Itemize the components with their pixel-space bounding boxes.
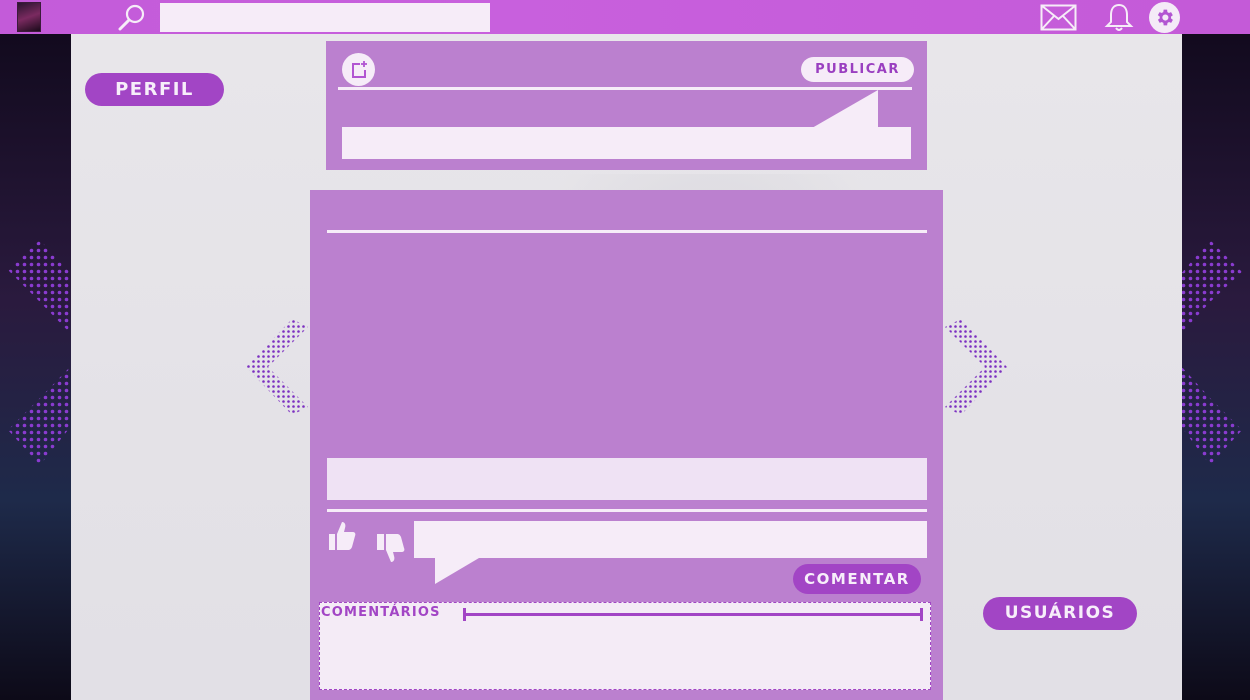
gear-icon [1157,9,1173,26]
right-dots-decoration [1180,240,1242,465]
top-bar [0,0,1250,34]
search-input[interactable] [160,3,490,32]
comments-section: COMENTÁRIOS [319,602,931,690]
chevron-left-icon[interactable] [246,319,310,415]
speech-tail [812,90,878,128]
add-media-icon [352,61,367,78]
post-top-divider [327,230,927,233]
bell-icon[interactable] [1104,2,1134,33]
thumbs-up-icon[interactable] [327,520,357,554]
post-card: COMENTAR COMENTÁRIOS [310,190,943,700]
chevron-right-icon[interactable] [943,319,1007,415]
comments-title: COMENTÁRIOS [321,605,441,620]
post-caption [327,458,927,500]
post-composer: PUBLICAR [326,41,927,170]
post-media [327,240,927,455]
post-mid-divider [327,509,927,512]
settings-button[interactable] [1149,2,1180,33]
add-media-button[interactable] [342,53,375,86]
thumbs-down-icon[interactable] [374,530,406,564]
comment-button[interactable]: COMENTAR [793,564,921,594]
comments-divider [463,608,923,621]
usuarios-button[interactable]: USUÁRIOS [983,597,1137,630]
comment-speech-tail [435,558,479,584]
left-dots-decoration [8,240,72,465]
post-text-input[interactable] [342,127,911,159]
comment-input[interactable] [414,521,927,558]
search-icon[interactable] [117,3,147,31]
mail-icon[interactable] [1040,4,1077,31]
perfil-button[interactable]: PERFIL [85,73,224,106]
avatar[interactable] [17,2,41,32]
publish-button[interactable]: PUBLICAR [801,57,914,82]
